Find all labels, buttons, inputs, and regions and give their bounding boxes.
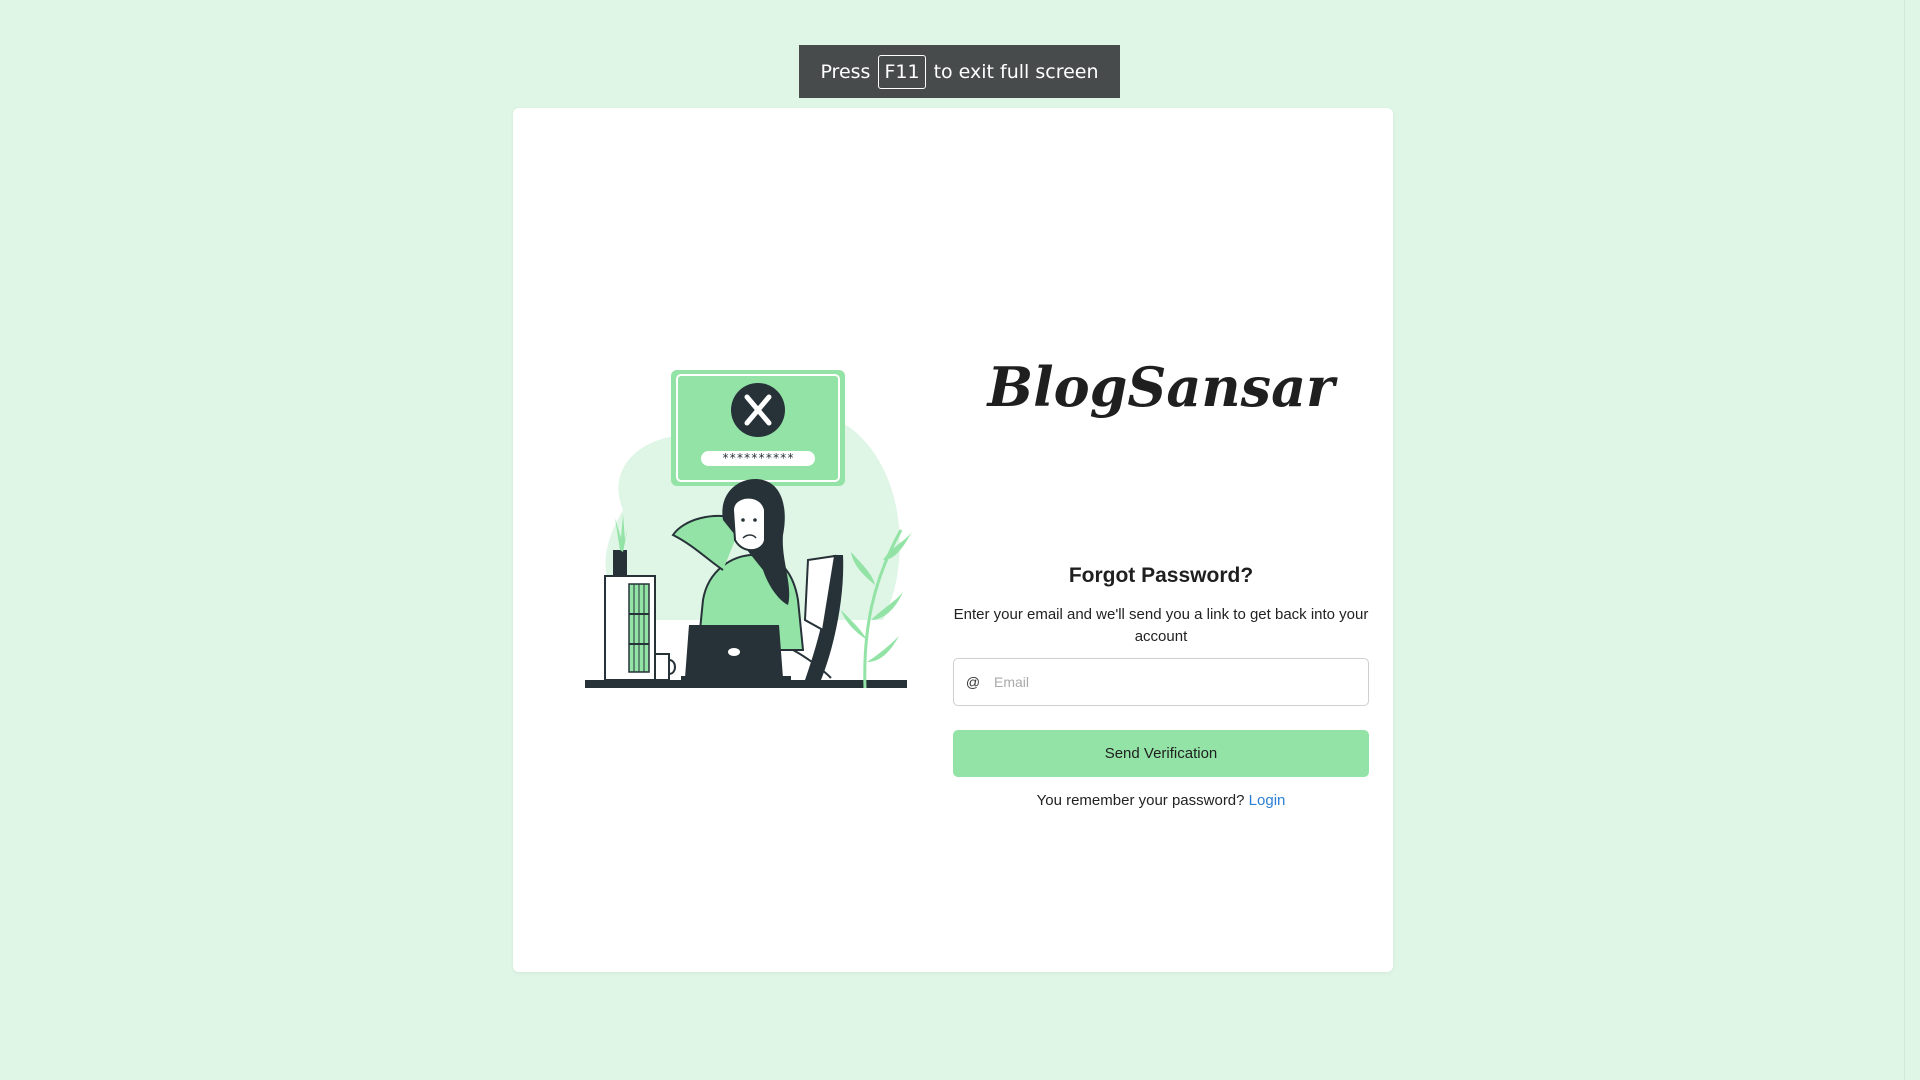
at-icon: @ xyxy=(965,674,981,690)
remember-password-line: You remember your password? Login xyxy=(953,792,1369,809)
forgot-password-card: ********** BlogSansar Forgot Password? E… xyxy=(513,108,1393,972)
fullscreen-notice: Press F11 to exit full screen xyxy=(799,45,1120,98)
send-verification-button[interactable]: Send Verification xyxy=(953,730,1369,777)
page-title: Forgot Password? xyxy=(1068,564,1254,587)
login-link[interactable]: Login xyxy=(1249,792,1286,809)
logo-text: BlogSansar xyxy=(985,355,1338,419)
scrollbar-track[interactable] xyxy=(1904,0,1920,1080)
email-input[interactable] xyxy=(992,661,1368,703)
fullscreen-notice-press: Press xyxy=(820,60,871,83)
email-field[interactable]: @ xyxy=(953,658,1369,706)
password-mask: ********** xyxy=(722,451,794,465)
fullscreen-notice-suffix: to exit full screen xyxy=(933,60,1099,83)
page-subtitle: Enter your email and we'll send you a li… xyxy=(953,606,1369,645)
remember-text: You remember your password? xyxy=(1036,792,1245,809)
forgot-password-illustration: ********** xyxy=(585,370,913,689)
fullscreen-key: F11 xyxy=(878,54,926,89)
brand-logo: BlogSansar xyxy=(985,355,1338,419)
